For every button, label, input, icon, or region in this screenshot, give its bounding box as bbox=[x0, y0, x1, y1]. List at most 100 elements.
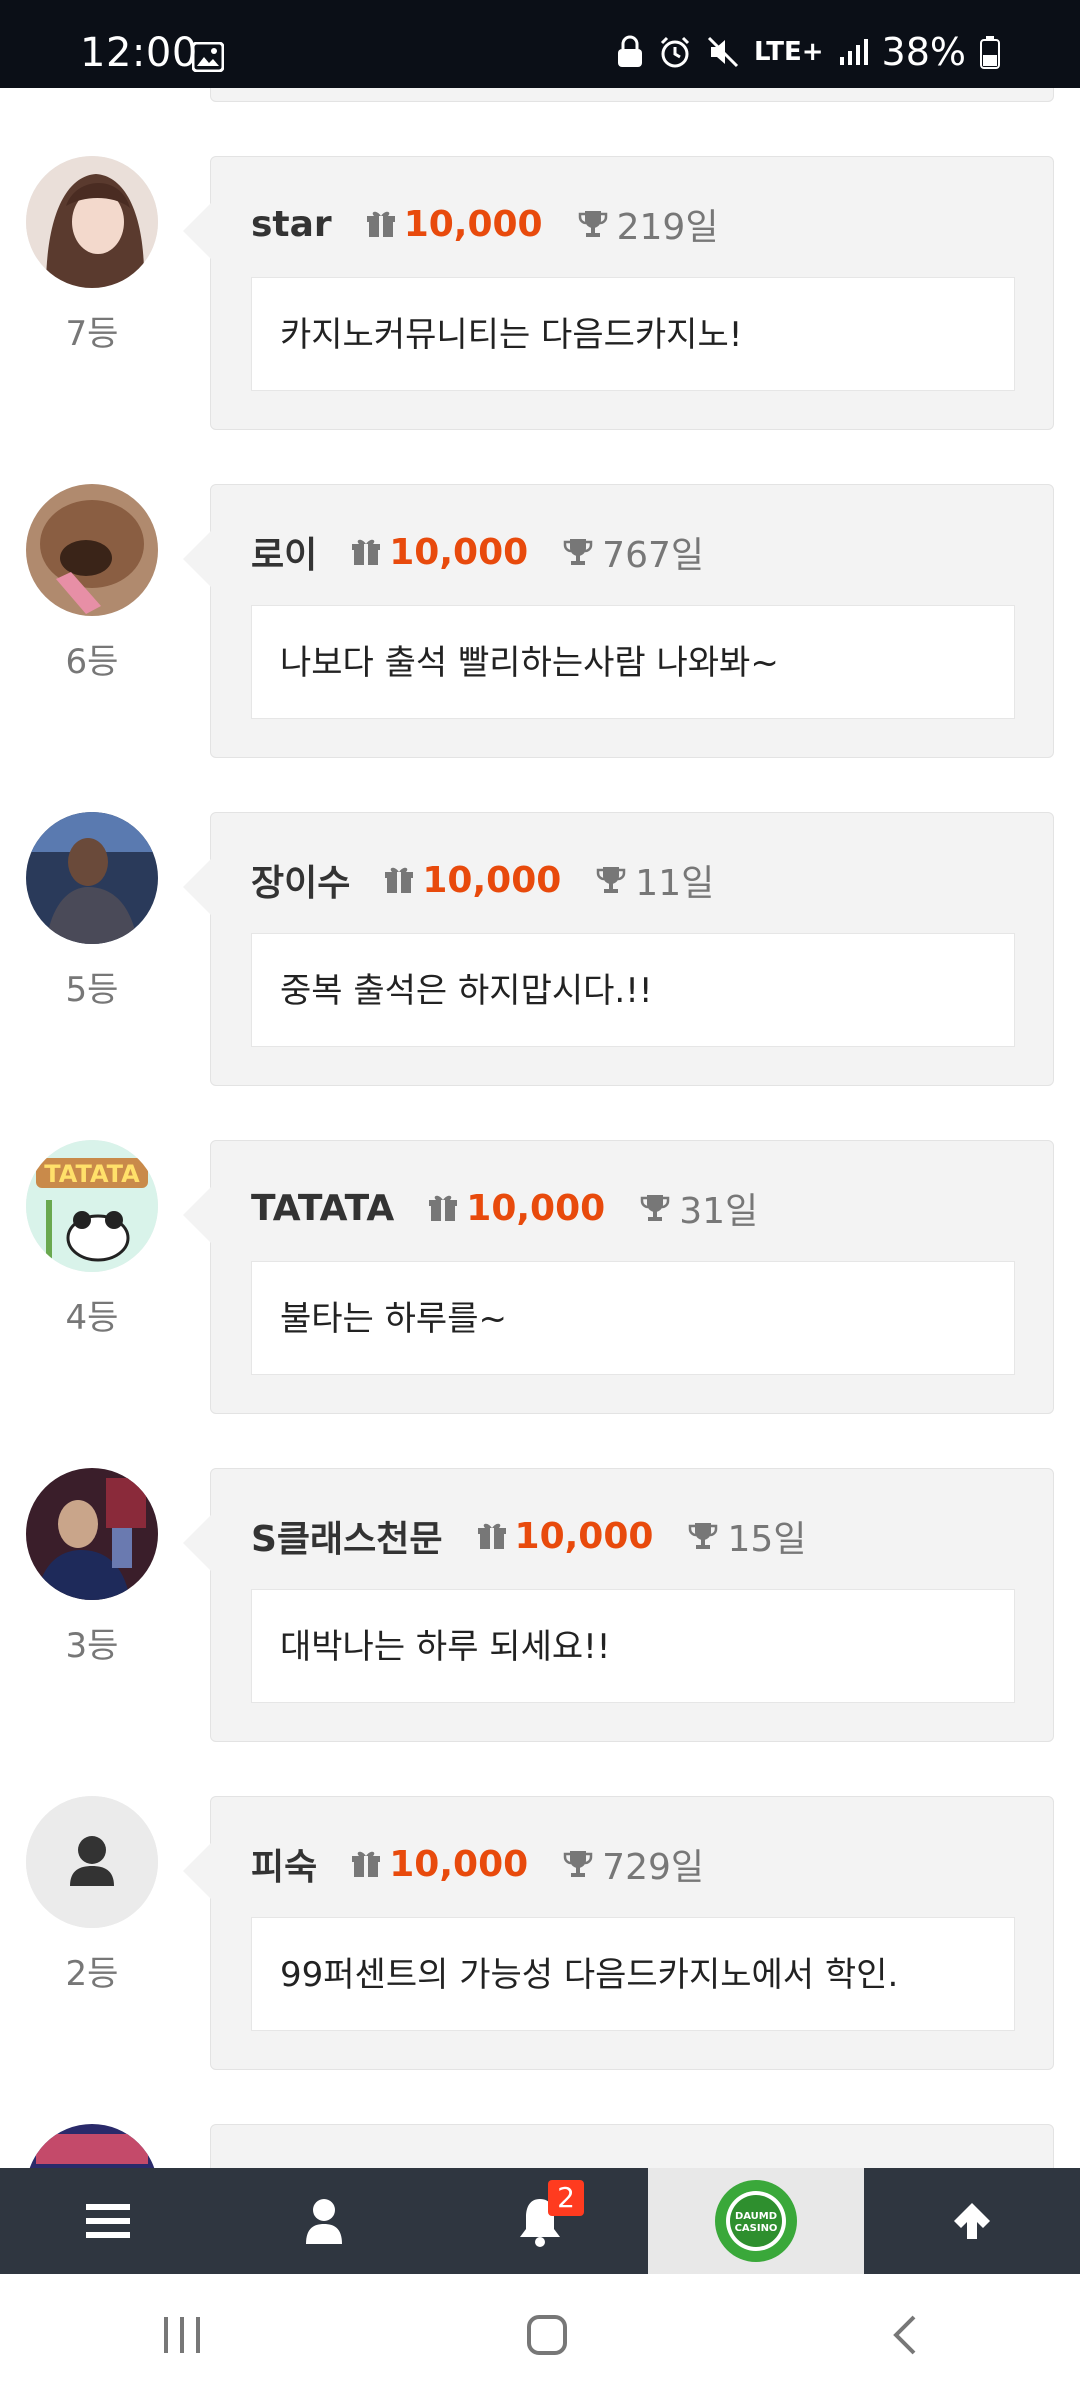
trophy-icon bbox=[640, 1195, 670, 1221]
days-value: 31일 bbox=[679, 1191, 759, 1232]
notification-button[interactable]: 2 bbox=[432, 2168, 648, 2274]
days: 11일 bbox=[595, 854, 714, 906]
comment-card: TATATA 10,000 31일 불타는 하루를~ bbox=[183, 1140, 1054, 1414]
arrow-up-icon bbox=[954, 2203, 990, 2239]
scroll-top-button[interactable] bbox=[864, 2168, 1080, 2274]
trophy-icon bbox=[563, 1851, 593, 1877]
menu-icon bbox=[86, 2204, 130, 2238]
trophy-icon bbox=[563, 539, 593, 565]
status-bar: 12:00 LTE+ 38% bbox=[0, 0, 1080, 88]
points-value: 10,000 bbox=[389, 1843, 529, 1885]
comment-text: 나보다 출석 빨리하는사람 나와봐~ bbox=[251, 605, 1015, 719]
avatar[interactable] bbox=[26, 1796, 158, 1928]
username[interactable]: 피숙 bbox=[251, 1838, 317, 1890]
alarm-icon bbox=[658, 35, 692, 69]
battery-label: 38% bbox=[881, 30, 966, 74]
comment-card: 피숙 10,000 729일 99퍼센트의 가능성 다음드카지노에서 학인. bbox=[183, 1796, 1054, 2070]
comment-text: 불타는 하루를~ bbox=[251, 1261, 1015, 1375]
points: 10,000 bbox=[384, 860, 561, 901]
days-value: 15일 bbox=[727, 1519, 807, 1560]
points-value: 10,000 bbox=[422, 859, 562, 901]
trophy-icon bbox=[578, 211, 607, 237]
profile-button[interactable] bbox=[216, 2168, 432, 2274]
notification-badge: 2 bbox=[548, 2180, 584, 2216]
avatar[interactable] bbox=[26, 156, 158, 288]
comment-text: 중복 출석은 하지맙시다.!! bbox=[251, 933, 1015, 1047]
gift-icon bbox=[352, 1851, 381, 1877]
rank-label: 2등 bbox=[65, 1954, 119, 1994]
back-icon bbox=[892, 2315, 916, 2355]
list-item: 3등 S클래스천문 10,000 15일 대박나는 하루 되세요!! bbox=[0, 1468, 1080, 1742]
username[interactable]: star bbox=[251, 204, 332, 245]
comment-card: 장이수 10,000 11일 중복 출석은 하지맙시다.!! bbox=[183, 812, 1054, 1086]
system-nav-bar bbox=[0, 2274, 1080, 2400]
trophy-icon bbox=[689, 1523, 718, 1549]
comment-card: 로이 10,000 767일 나보다 출석 빨리하는사람 나와봐~ bbox=[183, 484, 1054, 758]
points: 10,000 bbox=[351, 532, 528, 573]
comment-card: S클래스천문 10,000 15일 대박나는 하루 되세요!! bbox=[183, 1468, 1054, 1742]
gift-icon bbox=[385, 867, 414, 893]
rank-label: 3등 bbox=[65, 1626, 119, 1666]
days-value: 11일 bbox=[635, 863, 715, 904]
menu-button[interactable] bbox=[0, 2168, 216, 2274]
avatar[interactable]: TATATA bbox=[26, 1140, 158, 1272]
days: 219일 bbox=[577, 198, 719, 250]
points: 10,000 bbox=[366, 204, 543, 245]
status-time: 12:00 bbox=[80, 30, 198, 76]
gift-icon bbox=[477, 1523, 506, 1549]
attendance-feed[interactable]: 7등 star 10,000 219일 카지노커뮤니티는 다음드카지노! 6등 … bbox=[0, 88, 1080, 2168]
gift-icon bbox=[352, 539, 381, 565]
user-icon bbox=[306, 2199, 342, 2244]
comment-text: 대박나는 하루 되세요!! bbox=[251, 1589, 1015, 1703]
username[interactable]: S클래스천문 bbox=[251, 1510, 443, 1562]
days: 767일 bbox=[562, 526, 704, 578]
home-button[interactable] bbox=[525, 2313, 569, 2361]
points: 10,000 bbox=[477, 1515, 654, 1557]
days-value: 219일 bbox=[616, 207, 719, 248]
network-label: LTE+ bbox=[753, 37, 824, 67]
rank-label: 7등 bbox=[65, 314, 119, 354]
svg-text:DAUMD: DAUMD bbox=[735, 2211, 777, 2222]
home-logo-button[interactable]: DAUMD CASINO bbox=[648, 2168, 864, 2274]
avatar[interactable] bbox=[26, 812, 158, 944]
username[interactable]: 로이 bbox=[251, 526, 317, 578]
list-item: 6등 로이 10,000 767일 나보다 출석 빨리하는사람 나와봐~ bbox=[0, 484, 1080, 758]
back-button[interactable] bbox=[890, 2313, 920, 2361]
username[interactable]: TATATA bbox=[251, 1188, 394, 1229]
list-item: TATATA 4등 TATATA 10,000 31일 불타는 하루를~ bbox=[0, 1140, 1080, 1414]
list-item: 7등 star 10,000 219일 카지노커뮤니티는 다음드카지노! bbox=[0, 156, 1080, 430]
recent-apps-button[interactable] bbox=[160, 2315, 204, 2359]
username[interactable]: 장이수 bbox=[251, 854, 350, 906]
gallery-icon bbox=[191, 41, 225, 76]
gift-icon bbox=[429, 1195, 458, 1221]
comment-card: star 10,000 219일 카지노커뮤니티는 다음드카지노! bbox=[183, 156, 1054, 430]
comment-text: 99퍼센트의 가능성 다음드카지노에서 학인. bbox=[251, 1917, 1015, 2031]
days: 15일 bbox=[687, 1510, 806, 1562]
list-item: 2등 피숙 10,000 729일 99퍼센트의 가능성 다음드카지노에서 학인… bbox=[0, 1796, 1080, 2070]
points: 10,000 bbox=[351, 1844, 528, 1885]
default-user-icon bbox=[26, 1796, 158, 1928]
days-value: 729일 bbox=[602, 1847, 705, 1888]
points-value: 10,000 bbox=[466, 1187, 606, 1229]
mute-icon bbox=[706, 35, 740, 69]
daumd-casino-logo: DAUMD CASINO bbox=[715, 2180, 797, 2262]
points-value: 10,000 bbox=[514, 1515, 654, 1557]
bottom-nav: 2 DAUMD CASINO bbox=[0, 2168, 1080, 2274]
svg-text:CASINO: CASINO bbox=[735, 2223, 778, 2234]
comment-card bbox=[210, 2124, 1054, 2168]
avatar[interactable] bbox=[26, 1468, 158, 1600]
days: 31일 bbox=[639, 1182, 758, 1234]
rank-label: 5등 bbox=[65, 970, 119, 1010]
rank-label: 4등 bbox=[65, 1298, 119, 1338]
list-item bbox=[0, 2124, 1080, 2168]
days: 729일 bbox=[562, 1838, 704, 1890]
avatar-text: TATATA bbox=[44, 1160, 140, 1188]
points-value: 10,000 bbox=[403, 203, 543, 245]
trophy-icon bbox=[597, 867, 626, 893]
signal-icon bbox=[838, 37, 868, 67]
avatar[interactable] bbox=[26, 2124, 158, 2168]
previous-card-edge bbox=[210, 88, 1054, 102]
gift-icon bbox=[366, 211, 395, 237]
points-value: 10,000 bbox=[389, 531, 529, 573]
avatar[interactable] bbox=[26, 484, 158, 616]
